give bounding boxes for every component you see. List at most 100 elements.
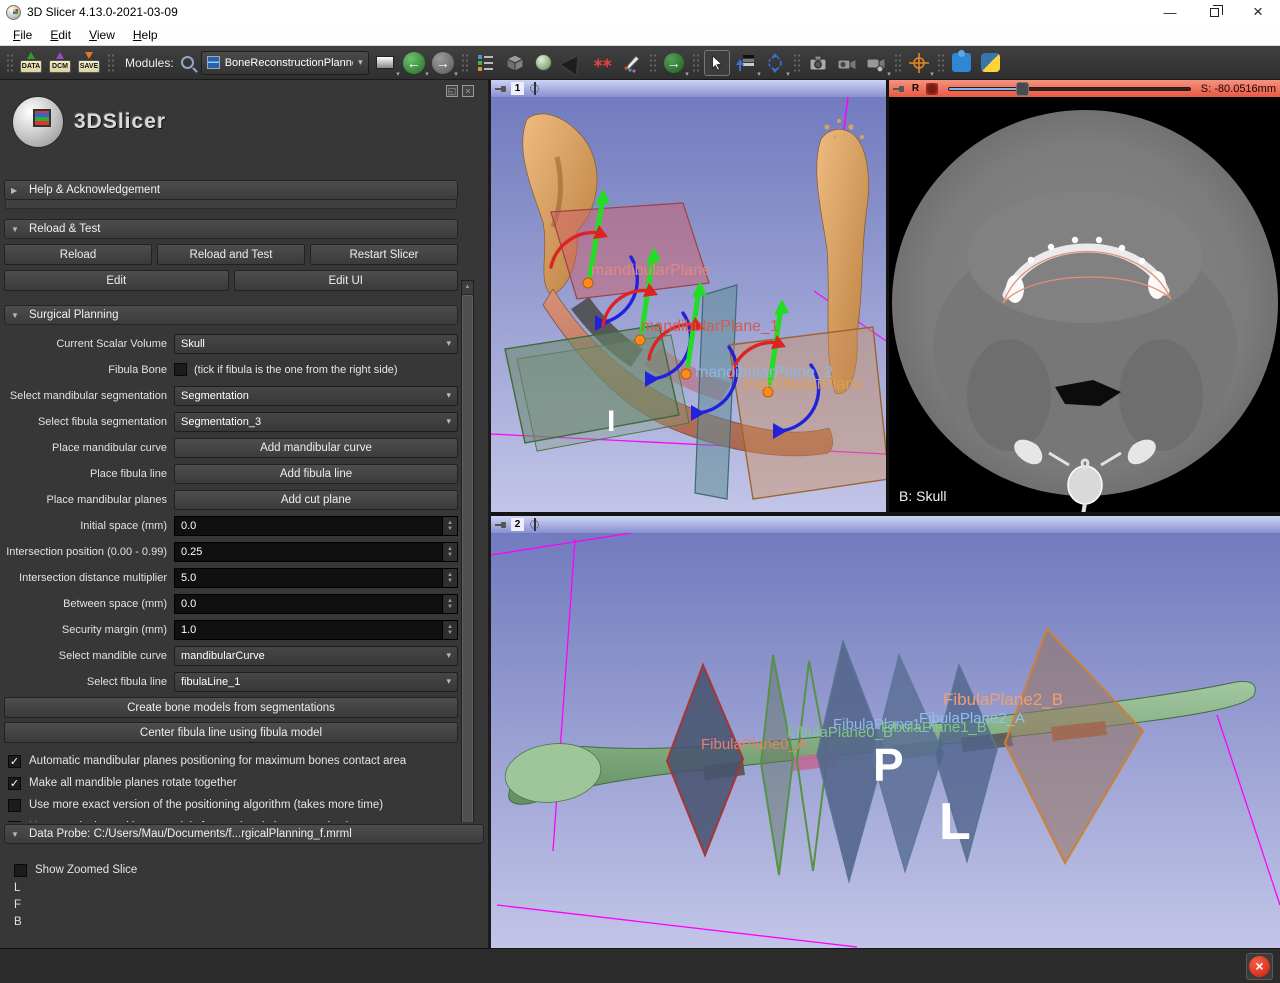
minimize-button[interactable]: — xyxy=(1148,0,1192,24)
python-console-button[interactable] xyxy=(978,49,1004,77)
mandibular-plane-label-1[interactable]: mandibularPlane_1 xyxy=(641,318,779,335)
rotate-together-checkbox[interactable]: ✓ xyxy=(8,777,21,790)
menu-file[interactable]: File xyxy=(4,26,41,44)
toolbar-grip[interactable] xyxy=(793,53,800,73)
fibula-plane-label-2b[interactable]: FibulaPlane2_B xyxy=(943,690,1063,709)
toolbar-grip[interactable] xyxy=(461,53,468,73)
spin-arrows[interactable]: ▲▼ xyxy=(442,569,457,587)
intersection-multiplier-spinbox[interactable]: 5.0 ▲▼ xyxy=(174,568,458,588)
mandibular-plane-3[interactable] xyxy=(729,327,886,499)
reload-and-test-button[interactable]: Reload and Test xyxy=(157,244,305,265)
slider-handle[interactable] xyxy=(1016,82,1029,96)
between-space-spinbox[interactable]: 0.0 ▲▼ xyxy=(174,594,458,614)
view-crosshair-icon[interactable] xyxy=(528,82,541,95)
menu-help[interactable]: Help xyxy=(124,26,167,44)
fibula-line-combo[interactable]: fibulaLine_1 ▾ xyxy=(174,672,458,692)
toolbar-grip[interactable] xyxy=(6,53,13,73)
crosshair-button[interactable]: ▾ xyxy=(906,49,932,77)
error-log-button[interactable]: × xyxy=(1246,953,1273,980)
fibula-plane-0a[interactable] xyxy=(667,665,743,855)
save-button[interactable]: SAVE xyxy=(76,49,102,77)
red-slice-view[interactable]: R S: -80.0516mm xyxy=(889,80,1280,512)
fibula-segmentation-combo[interactable]: Segmentation_3 ▾ xyxy=(174,412,458,432)
annotations-button[interactable] xyxy=(618,49,644,77)
pin-icon[interactable] xyxy=(893,85,905,93)
mandibular-plane-label-0[interactable]: mandibularPlane xyxy=(591,262,711,279)
slice-offset-slider[interactable] xyxy=(948,82,1191,95)
surgical-planning-header[interactable]: ▼ Surgical Planning xyxy=(4,305,458,325)
window-level-button[interactable]: ▾ xyxy=(733,49,759,77)
edit-ui-button[interactable]: Edit UI xyxy=(234,270,459,291)
intersection-position-spinbox[interactable]: 0.25 ▲▼ xyxy=(174,542,458,562)
mandibular-plane-0[interactable] xyxy=(551,203,709,299)
help-section-header[interactable]: ▶ Help & Acknowledgement xyxy=(4,180,458,200)
extensions-manager-button[interactable] xyxy=(949,49,975,77)
undock-panel-icon[interactable]: ◱ xyxy=(446,85,458,97)
spin-arrows[interactable]: ▲▼ xyxy=(442,543,457,561)
show-zoomed-slice-checkbox[interactable] xyxy=(14,864,27,877)
volume-rendering-button[interactable] xyxy=(560,49,586,77)
close-button[interactable]: × xyxy=(1236,0,1280,24)
extensions-run-button[interactable]: → ▾ xyxy=(661,49,687,77)
create-bone-models-button[interactable]: Create bone models from segmentations xyxy=(4,697,458,718)
layout-selector-button[interactable] xyxy=(473,49,499,77)
module-forward-button[interactable]: → ▾ xyxy=(430,49,456,77)
toolbar-grip[interactable] xyxy=(692,53,699,73)
rotate-3d-button[interactable]: ▾ xyxy=(762,49,788,77)
threed-view-2[interactable]: 2 xyxy=(491,516,1280,948)
mandible-curve-combo[interactable]: mandibularCurve ▾ xyxy=(174,646,458,666)
scalar-volume-combo[interactable]: Skull ▾ xyxy=(174,334,458,354)
views-cube-button[interactable] xyxy=(502,49,528,77)
view-crosshair-icon[interactable] xyxy=(528,518,541,531)
panel-scrollbar[interactable]: ▲ ▼ xyxy=(461,280,474,822)
scroll-up-arrow[interactable]: ▲ xyxy=(462,281,473,294)
menu-view[interactable]: View xyxy=(80,26,124,44)
module-selector[interactable]: BoneReconstructionPlanner ▾ xyxy=(201,51,369,75)
add-fibula-line-button[interactable]: Add fibula line xyxy=(174,464,458,484)
security-margin-spinbox[interactable]: 1.0 ▲▼ xyxy=(174,620,458,640)
restart-slicer-button[interactable]: Restart Slicer xyxy=(310,244,458,265)
module-history-button[interactable]: ▾ xyxy=(372,49,398,77)
center-fibula-line-button[interactable]: Center fibula line using fibula model xyxy=(4,722,458,743)
pin-icon[interactable] xyxy=(495,521,507,529)
close-panel-icon[interactable]: × xyxy=(462,85,474,97)
fibula-plane-0b[interactable] xyxy=(761,655,793,875)
mouse-interaction-button[interactable] xyxy=(704,50,730,76)
toolbar-grip[interactable] xyxy=(937,53,944,73)
non-decimated-checkbox[interactable]: ✓ xyxy=(8,821,21,823)
fibula-bone-checkbox[interactable] xyxy=(174,363,187,376)
reload-section-header[interactable]: ▼ Reload & Test xyxy=(4,219,458,239)
add-cut-plane-button[interactable]: Add cut plane xyxy=(174,490,458,510)
load-data-button[interactable]: DATA xyxy=(18,49,44,77)
spin-arrows[interactable]: ▲▼ xyxy=(442,595,457,613)
spin-arrows[interactable]: ▲▼ xyxy=(442,517,457,535)
reload-button[interactable]: Reload xyxy=(4,244,152,265)
scrollbar-thumb[interactable] xyxy=(462,295,473,822)
spin-arrows[interactable]: ▲▼ xyxy=(442,621,457,639)
mandibular-plane-label-3[interactable]: mandibularPlane xyxy=(743,376,863,393)
edit-button[interactable]: Edit xyxy=(4,270,229,291)
module-back-button[interactable]: ← ▾ xyxy=(401,49,427,77)
toolbar-grip[interactable] xyxy=(649,53,656,73)
scene-views-button[interactable] xyxy=(834,49,860,77)
scene-views-menu-button[interactable]: ▾ xyxy=(863,49,889,77)
auto-positioning-checkbox[interactable]: ✓ xyxy=(8,755,21,768)
add-mandibular-curve-button[interactable]: Add mandibular curve xyxy=(174,438,458,458)
red-slice-content[interactable]: B: Skull xyxy=(889,97,1280,512)
fibula-plane-label-2a[interactable]: FibulaPlane2_A xyxy=(919,710,1025,727)
module-search-icon[interactable] xyxy=(181,56,194,69)
toolbar-grip[interactable] xyxy=(894,53,901,73)
view1-content[interactable]: mandibularPlane mandibularPlane_1 mandib… xyxy=(491,97,886,512)
initial-space-spinbox[interactable]: 0.0 ▲▼ xyxy=(174,516,458,536)
pin-icon[interactable] xyxy=(495,85,507,93)
fibula-plane-2b[interactable] xyxy=(1005,629,1143,863)
view2-content[interactable]: FibulaPlane0_A FibulaPlane0_B FibulaPlan… xyxy=(491,533,1280,948)
slice-menu-icon[interactable] xyxy=(926,83,938,95)
slider-track[interactable] xyxy=(948,87,1191,91)
toolbar-grip[interactable] xyxy=(107,53,114,73)
screenshot-button[interactable] xyxy=(805,49,831,77)
mandibular-segmentation-combo[interactable]: Segmentation ▾ xyxy=(174,386,458,406)
data-probe-header[interactable]: ▼ Data Probe: C:/Users/Mau/Documents/f..… xyxy=(4,824,484,844)
restore-button[interactable] xyxy=(1192,0,1236,24)
surface-models-button[interactable] xyxy=(531,49,557,77)
